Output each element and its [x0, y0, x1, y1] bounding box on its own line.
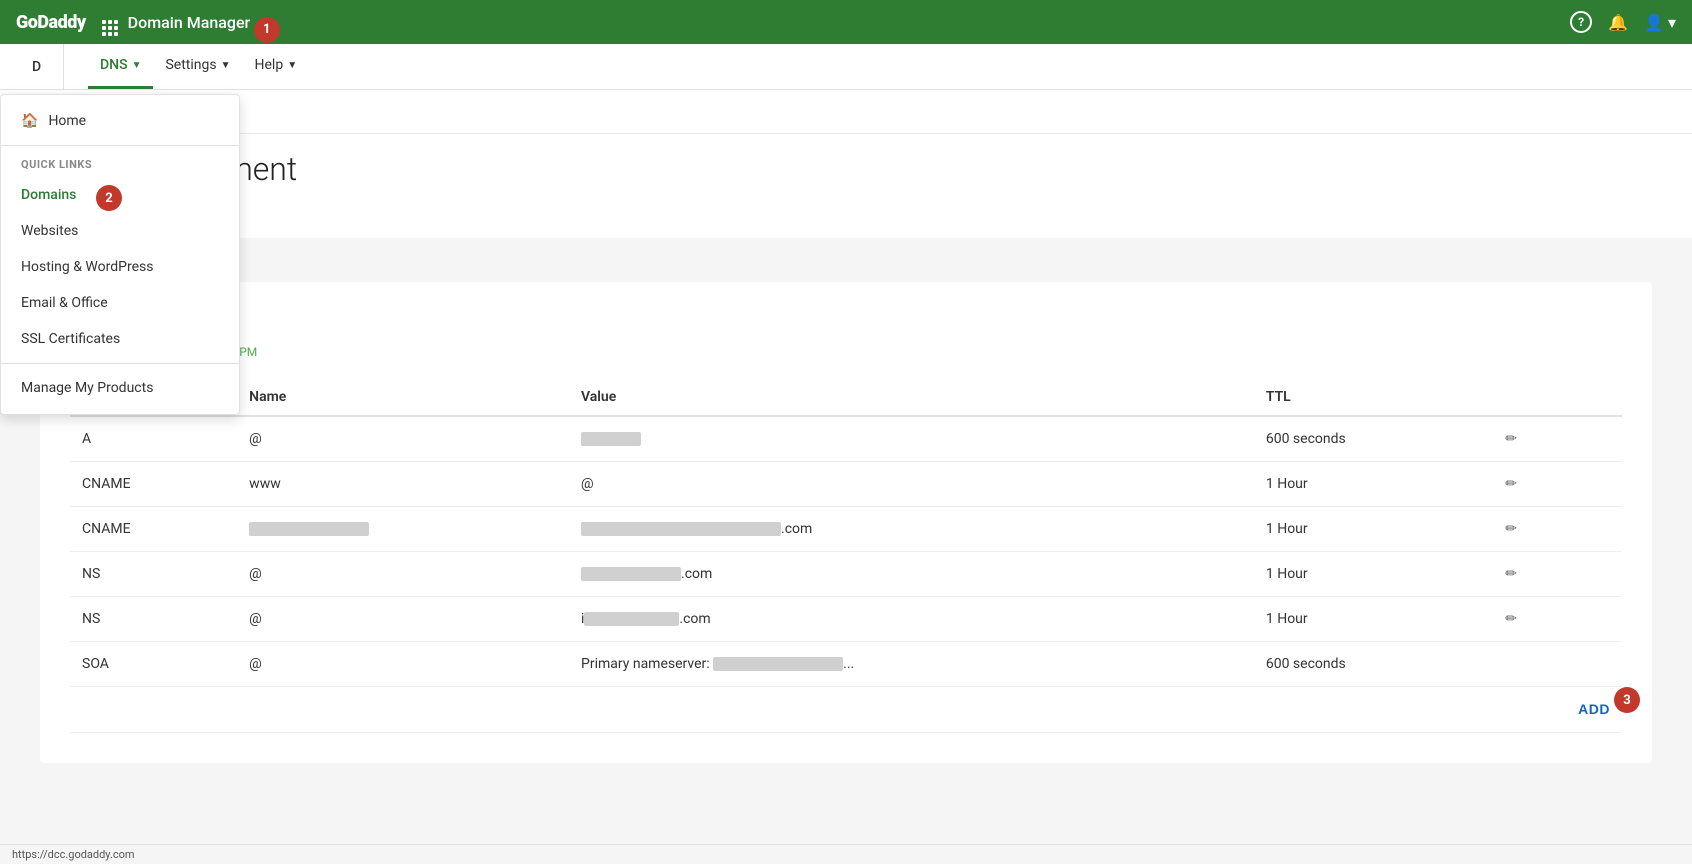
dropdown-domains[interactable]: Domains 2 [1, 177, 239, 213]
edit-icon[interactable] [1505, 476, 1517, 492]
dropdown-manage-products[interactable]: Manage My Products [1, 370, 239, 406]
dns-table: Type Name Value TTL A @ 600 seconds [70, 379, 1622, 733]
quick-links-label: QUICK LINKS [1, 152, 239, 177]
row-value: .com [569, 507, 1254, 552]
add-record-row: ADD 3 [70, 687, 1622, 733]
add-record-button[interactable]: ADD [1578, 701, 1610, 717]
page-wrapper: My Domains DNS Management Records Last u… [0, 90, 1692, 864]
table-row: NS @ .com 1 Hour [70, 552, 1622, 597]
step-badge-2: 2 [96, 185, 122, 211]
row-type: A [70, 416, 237, 462]
dropdown-divider [1, 145, 239, 146]
notification-icon[interactable]: 🔔 [1608, 13, 1628, 32]
table-row: SOA @ Primary nameserver: ... 600 second… [70, 642, 1622, 687]
help-nav-item[interactable]: Help ▼ [243, 44, 310, 89]
edit-icon[interactable] [1505, 431, 1517, 447]
row-type: SOA [70, 642, 237, 687]
row-value [569, 416, 1254, 462]
main-content: My Domains DNS Management Records Last u… [0, 90, 1692, 864]
row-ttl: 600 seconds [1254, 642, 1493, 687]
add-button-container: ADD 3 [1578, 701, 1610, 718]
status-bar: https://dcc.godaddy.com [0, 844, 1692, 864]
row-name: @ [237, 597, 569, 642]
col-actions [1493, 379, 1622, 416]
step-badge-1: 1 [254, 17, 280, 43]
row-ttl: 600 seconds [1254, 416, 1493, 462]
edit-icon[interactable] [1505, 611, 1517, 627]
dropdown-ssl[interactable]: SSL Certificates [1, 321, 239, 357]
help-dropdown-arrow: ▼ [287, 60, 297, 71]
dropdown-email-office[interactable]: Email & Office [1, 285, 239, 321]
edit-icon[interactable] [1505, 566, 1517, 582]
row-value: @ [569, 462, 1254, 507]
page-header: DNS Management [0, 134, 1692, 238]
row-name: @ [237, 642, 569, 687]
top-nav: GoDaddy 1 Domain Manager ? 🔔 👤 ▾ [0, 0, 1692, 44]
col-value: Value [569, 379, 1254, 416]
row-edit[interactable] [1493, 416, 1622, 462]
row-ttl: 1 Hour [1254, 597, 1493, 642]
records-section: Records Last updated 23-05-2019 16:51 PM… [40, 282, 1652, 763]
page-title-nav: Domain Manager [128, 13, 1570, 32]
quick-links-dropdown: 🏠 Home QUICK LINKS Domains 2 Websites Ho… [0, 94, 240, 415]
row-ttl: 1 Hour [1254, 552, 1493, 597]
row-value: .com [569, 552, 1254, 597]
row-type: CNAME [70, 462, 237, 507]
home-menu-item[interactable]: 🏠 Home [1, 103, 239, 139]
top-nav-actions: ? 🔔 👤 ▾ [1570, 11, 1676, 33]
row-edit[interactable] [1493, 462, 1622, 507]
table-row: A @ 600 seconds [70, 416, 1622, 462]
grid-icon [102, 20, 118, 36]
row-type: NS [70, 597, 237, 642]
edit-icon[interactable] [1505, 521, 1517, 537]
row-ttl: 1 Hour [1254, 462, 1493, 507]
domain-initial: D [24, 44, 64, 89]
row-type: NS [70, 552, 237, 597]
row-name: www [237, 462, 569, 507]
breadcrumb: My Domains [0, 90, 1692, 134]
row-name: @ [237, 552, 569, 597]
row-value: Primary nameserver: ... [569, 642, 1254, 687]
table-row: CNAME www @ 1 Hour [70, 462, 1622, 507]
status-url: https://dcc.godaddy.com [12, 848, 135, 861]
row-edit [1493, 642, 1622, 687]
table-row: NS @ i.com 1 Hour [70, 597, 1622, 642]
table-header-row: Type Name Value TTL [70, 379, 1622, 416]
row-name [237, 507, 569, 552]
col-ttl: TTL [1254, 379, 1493, 416]
dns-dropdown-arrow: ▼ [132, 60, 142, 71]
dropdown-hosting[interactable]: Hosting & WordPress [1, 249, 239, 285]
godaddy-logo: GoDaddy [16, 12, 86, 33]
help-icon[interactable]: ? [1570, 11, 1592, 33]
row-ttl: 1 Hour [1254, 507, 1493, 552]
settings-nav-item[interactable]: Settings ▼ [153, 44, 242, 89]
add-record-cell: ADD 3 [1493, 687, 1622, 733]
step-badge-3: 3 [1614, 687, 1640, 713]
records-title: Records [70, 312, 1622, 337]
row-name: @ [237, 416, 569, 462]
row-type: CNAME [70, 507, 237, 552]
dns-nav-item[interactable]: DNS ▼ [88, 44, 153, 89]
row-value: i.com [569, 597, 1254, 642]
home-icon: 🏠 [21, 113, 38, 129]
user-menu-icon[interactable]: 👤 ▾ [1644, 13, 1676, 32]
dns-management-title: DNS Management [40, 150, 1652, 188]
row-edit[interactable] [1493, 552, 1622, 597]
last-updated: Last updated 23-05-2019 16:51 PM [70, 345, 1622, 359]
settings-dropdown-arrow: ▼ [221, 60, 231, 71]
dropdown-divider-2 [1, 363, 239, 364]
grid-menu-button[interactable]: 1 [102, 9, 118, 36]
dropdown-websites[interactable]: Websites [1, 213, 239, 249]
col-name: Name [237, 379, 569, 416]
gray-banner [0, 238, 1692, 262]
table-row: CNAME .com 1 Hour [70, 507, 1622, 552]
secondary-nav: D DNS ▼ Settings ▼ Help ▼ 🏠 Home QUICK L… [0, 44, 1692, 90]
row-edit[interactable] [1493, 597, 1622, 642]
row-edit[interactable] [1493, 507, 1622, 552]
